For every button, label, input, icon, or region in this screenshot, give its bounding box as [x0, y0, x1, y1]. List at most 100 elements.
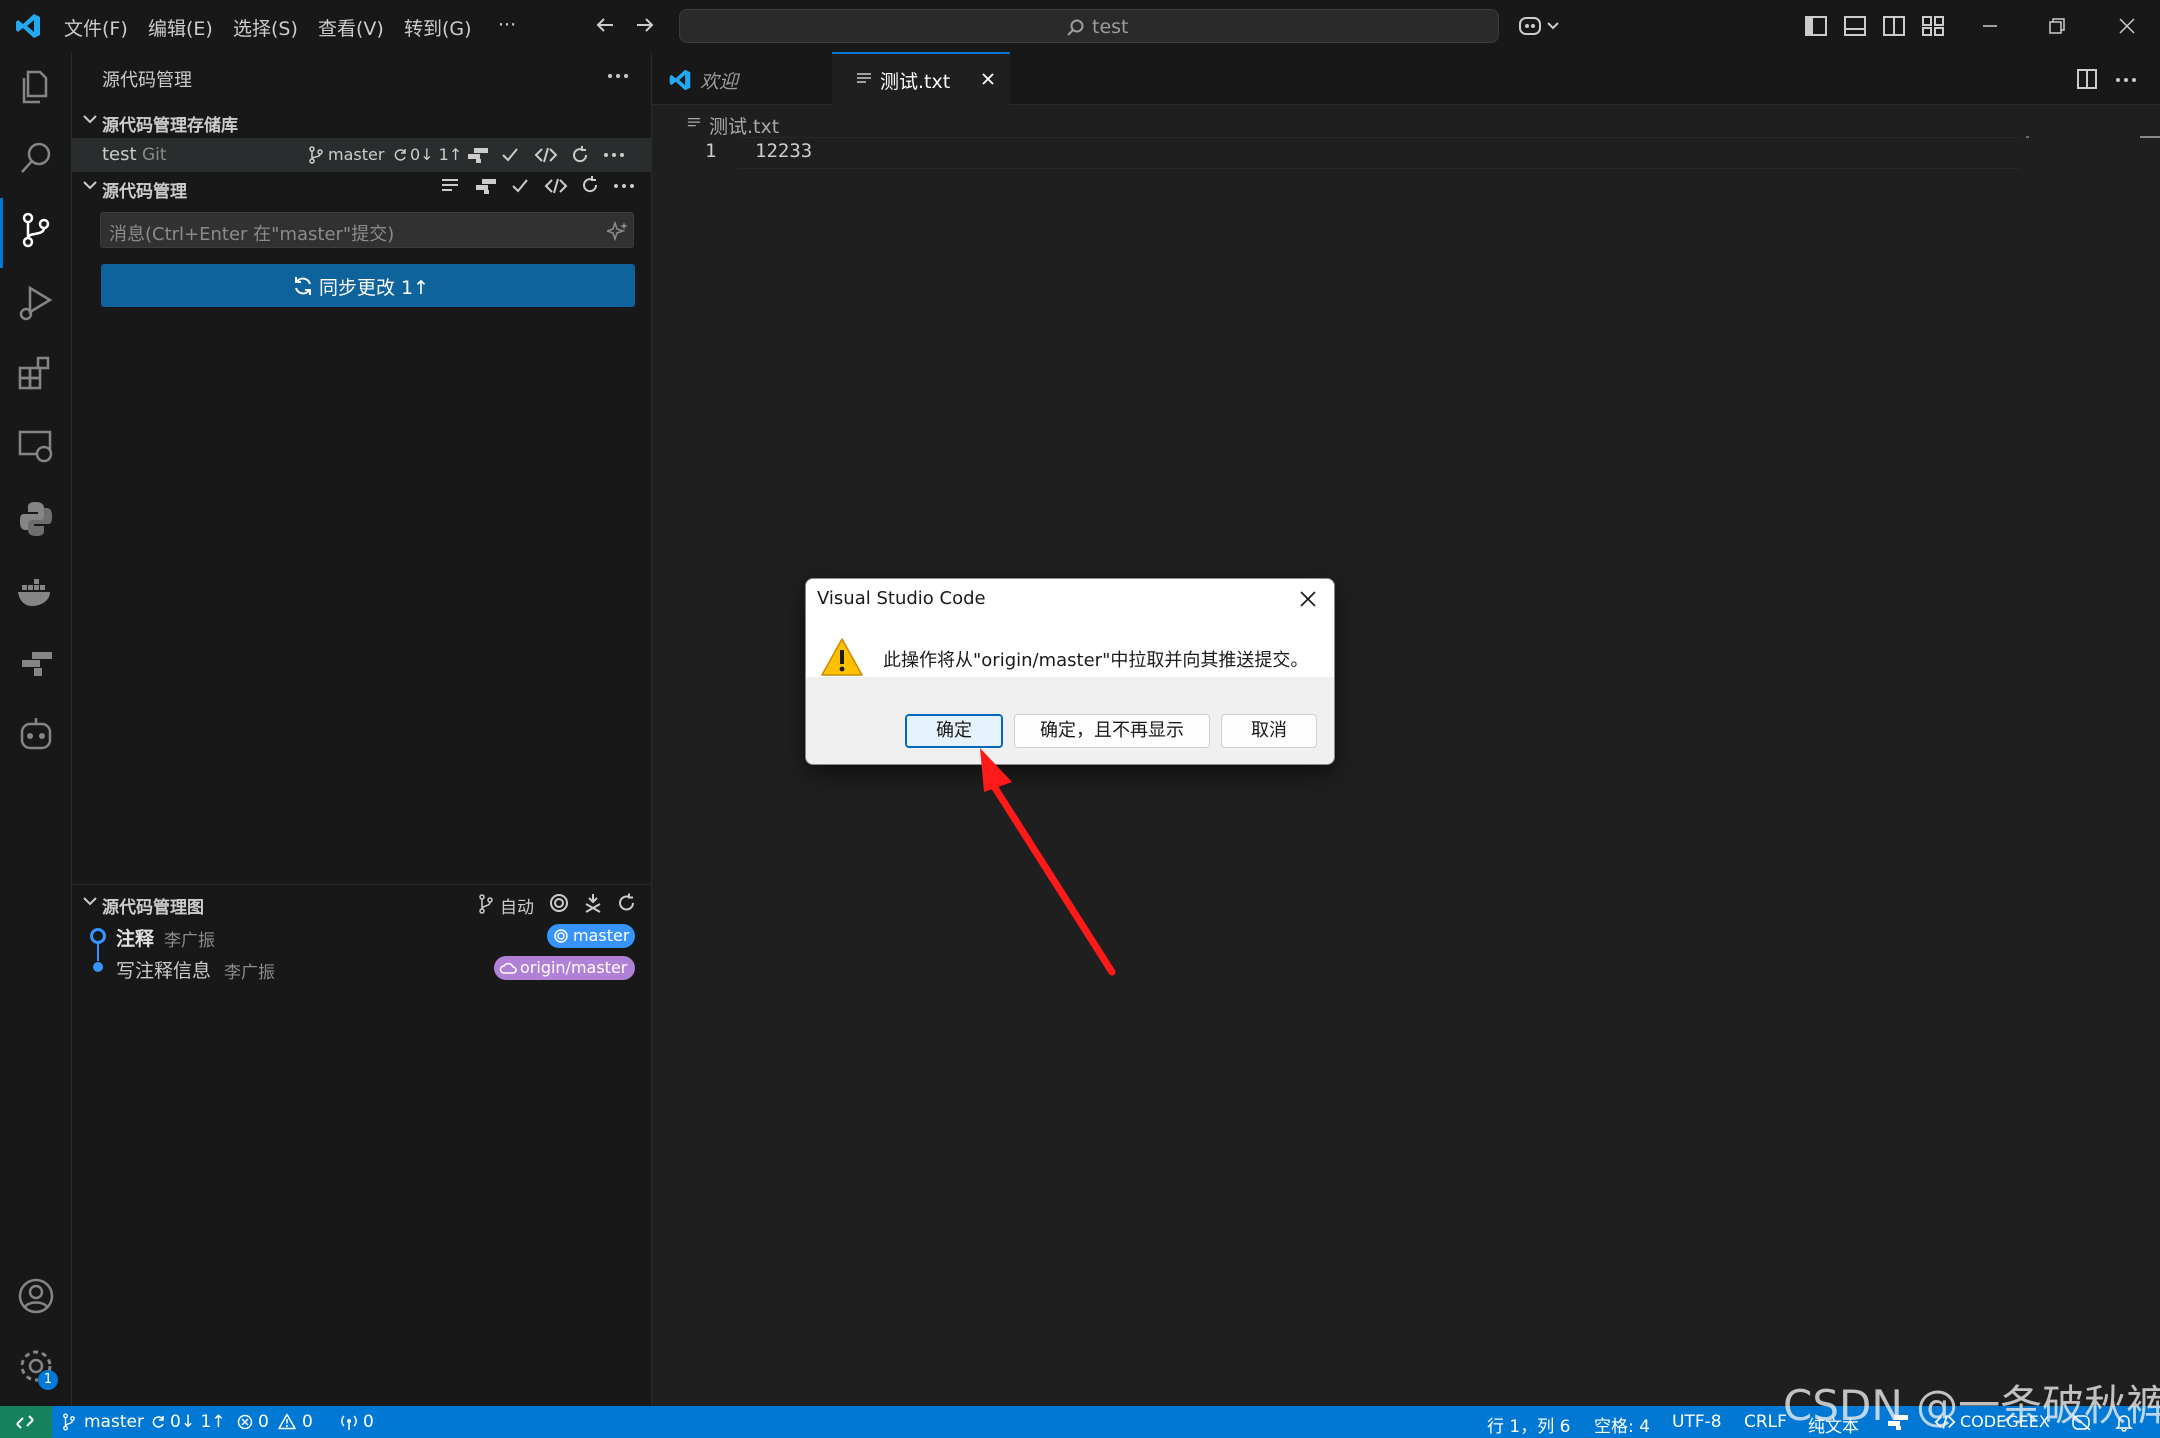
minimize-icon[interactable]: [1978, 14, 2002, 38]
window-close-icon[interactable]: [2115, 14, 2139, 38]
refresh-icon[interactable]: [570, 145, 590, 165]
status-encoding[interactable]: UTF-8: [1672, 1412, 1722, 1432]
sync-changes-label: 同步更改 1↑: [319, 277, 430, 299]
menu-more[interactable]: ···: [498, 14, 516, 36]
view-as-list-icon[interactable]: [440, 176, 460, 196]
codegeex-icon[interactable]: [544, 176, 568, 196]
remote-explorer-icon[interactable]: [14, 424, 58, 468]
activity-bar: 1: [0, 52, 72, 1406]
status-sync[interactable]: 0↓ 1↑: [170, 1412, 226, 1432]
split-editor-icon[interactable]: [2076, 68, 2098, 90]
source-control-sidebar: 源代码管理 源代码管理存储库 test Git master 0↓ 1↑ 源代码…: [72, 52, 652, 1406]
status-errors[interactable]: 0: [258, 1412, 269, 1432]
menu-edit[interactable]: 编辑(E): [148, 14, 213, 41]
status-cursor-position[interactable]: 行 1，列 6: [1487, 1412, 1570, 1437]
repo-sync-status[interactable]: 0↓ 1↑: [410, 145, 462, 164]
warning-icon: [821, 638, 863, 676]
sync-icon: [152, 1416, 164, 1428]
repo-more-icon[interactable]: [602, 149, 626, 161]
graph-section-label: 源代码管理图: [102, 898, 204, 918]
git-graph-icon[interactable]: [474, 176, 498, 196]
sync-changes-button[interactable]: 同步更改 1↑: [101, 264, 635, 307]
run-debug-icon[interactable]: [14, 280, 58, 324]
extensions-icon[interactable]: [14, 352, 58, 396]
menu-view[interactable]: 查看(V): [318, 14, 384, 41]
branch-icon: [479, 894, 493, 914]
text-file-icon: [687, 117, 701, 127]
minimap-marker: [2026, 136, 2029, 138]
code-line[interactable]: 12233: [755, 140, 812, 162]
git-graph-icon[interactable]: [14, 640, 58, 684]
target-icon: [554, 929, 568, 943]
line-number: 1: [705, 140, 717, 162]
tab-test-txt[interactable]: 测试.txt: [832, 52, 1010, 105]
refresh-icon[interactable]: [616, 892, 638, 914]
status-eol[interactable]: CRLF: [1744, 1412, 1787, 1432]
branch-badge-master: master: [547, 924, 635, 948]
fetch-icon[interactable]: [582, 892, 604, 914]
restore-icon[interactable]: [2045, 14, 2069, 38]
graph-commit-row[interactable]: 写注释信息 李广振 origin/master: [72, 952, 651, 984]
back-arrow-icon[interactable]: [594, 14, 616, 36]
commit-message-input[interactable]: 消息(Ctrl+Enter 在"master"提交): [100, 212, 634, 248]
repo-name: test: [102, 144, 137, 165]
commit-check-icon[interactable]: [500, 146, 520, 164]
docker-icon[interactable]: [14, 568, 58, 612]
toggle-secondary-sidebar-icon[interactable]: [1882, 14, 1906, 38]
title-bar: 文件(F) 编辑(E) 选择(S) 查看(V) 转到(G) ··· test: [0, 0, 2160, 53]
sync-icon: [295, 277, 311, 295]
repo-branch[interactable]: master: [328, 145, 384, 164]
changes-section-header[interactable]: 源代码管理: [72, 172, 651, 202]
status-indentation[interactable]: 空格: 4: [1594, 1412, 1650, 1437]
forward-arrow-icon[interactable]: [634, 14, 656, 36]
menu-selection[interactable]: 选择(S): [233, 14, 298, 41]
commit-check-icon[interactable]: [510, 176, 530, 196]
dialog-close-icon[interactable]: [1298, 589, 1318, 609]
status-warnings[interactable]: 0: [302, 1412, 313, 1432]
branch-badge-origin-master: origin/master: [494, 956, 635, 980]
toggle-panel-icon[interactable]: [1843, 14, 1867, 38]
target-icon[interactable]: [548, 892, 570, 914]
git-graph-icon[interactable]: [466, 146, 490, 164]
changes-more-icon[interactable]: [612, 180, 636, 192]
toggle-primary-sidebar-icon[interactable]: [1804, 14, 1828, 38]
status-branch[interactable]: master: [84, 1412, 144, 1432]
codegeex-icon[interactable]: [534, 146, 558, 164]
accounts-icon[interactable]: [14, 1274, 58, 1318]
warning-icon: [278, 1413, 296, 1430]
source-control-icon[interactable]: [14, 208, 58, 252]
command-center-search[interactable]: test: [679, 9, 1499, 43]
dialog-title: Visual Studio Code: [817, 588, 986, 609]
ports-antenna-icon: [341, 1415, 357, 1430]
commit-message: 注释: [116, 928, 155, 950]
graph-section-header[interactable]: 源代码管理图 自动: [72, 888, 651, 918]
sync-icon: [394, 149, 406, 161]
repositories-section-header[interactable]: 源代码管理存储库: [72, 106, 651, 136]
status-ports[interactable]: 0: [363, 1412, 374, 1432]
explorer-icon[interactable]: [14, 64, 58, 108]
copilot-icon[interactable]: [1518, 14, 1562, 38]
repository-row[interactable]: test Git master 0↓ 1↑: [72, 138, 651, 172]
refresh-icon[interactable]: [580, 175, 600, 195]
search-view-icon[interactable]: [14, 136, 58, 180]
tab-close-icon[interactable]: [980, 71, 996, 87]
cancel-button[interactable]: 取消: [1221, 714, 1317, 748]
tab-welcome[interactable]: 欢迎: [652, 52, 833, 104]
editor-more-icon[interactable]: [2114, 74, 2138, 86]
ai-assistant-icon[interactable]: [14, 712, 58, 756]
sparkle-icon[interactable]: [607, 221, 629, 241]
commit-message-placeholder: 消息(Ctrl+Enter 在"master"提交): [109, 224, 395, 245]
remote-indicator[interactable]: [0, 1406, 52, 1438]
graph-mode-label[interactable]: 自动: [500, 893, 534, 918]
repo-type: Git: [142, 145, 167, 165]
menu-go[interactable]: 转到(G): [404, 14, 472, 41]
graph-commit-row[interactable]: 注释 李广振 master: [72, 920, 651, 956]
python-icon[interactable]: [14, 496, 58, 540]
branch-icon: [63, 1413, 75, 1431]
more-actions-icon[interactable]: [606, 70, 630, 82]
dialog-titlebar: Visual Studio Code: [806, 579, 1334, 619]
menu-file[interactable]: 文件(F): [64, 14, 128, 41]
branch-badge-label: master: [573, 926, 630, 945]
customize-layout-icon[interactable]: [1921, 14, 1945, 38]
overview-ruler-marker: [2140, 136, 2160, 138]
